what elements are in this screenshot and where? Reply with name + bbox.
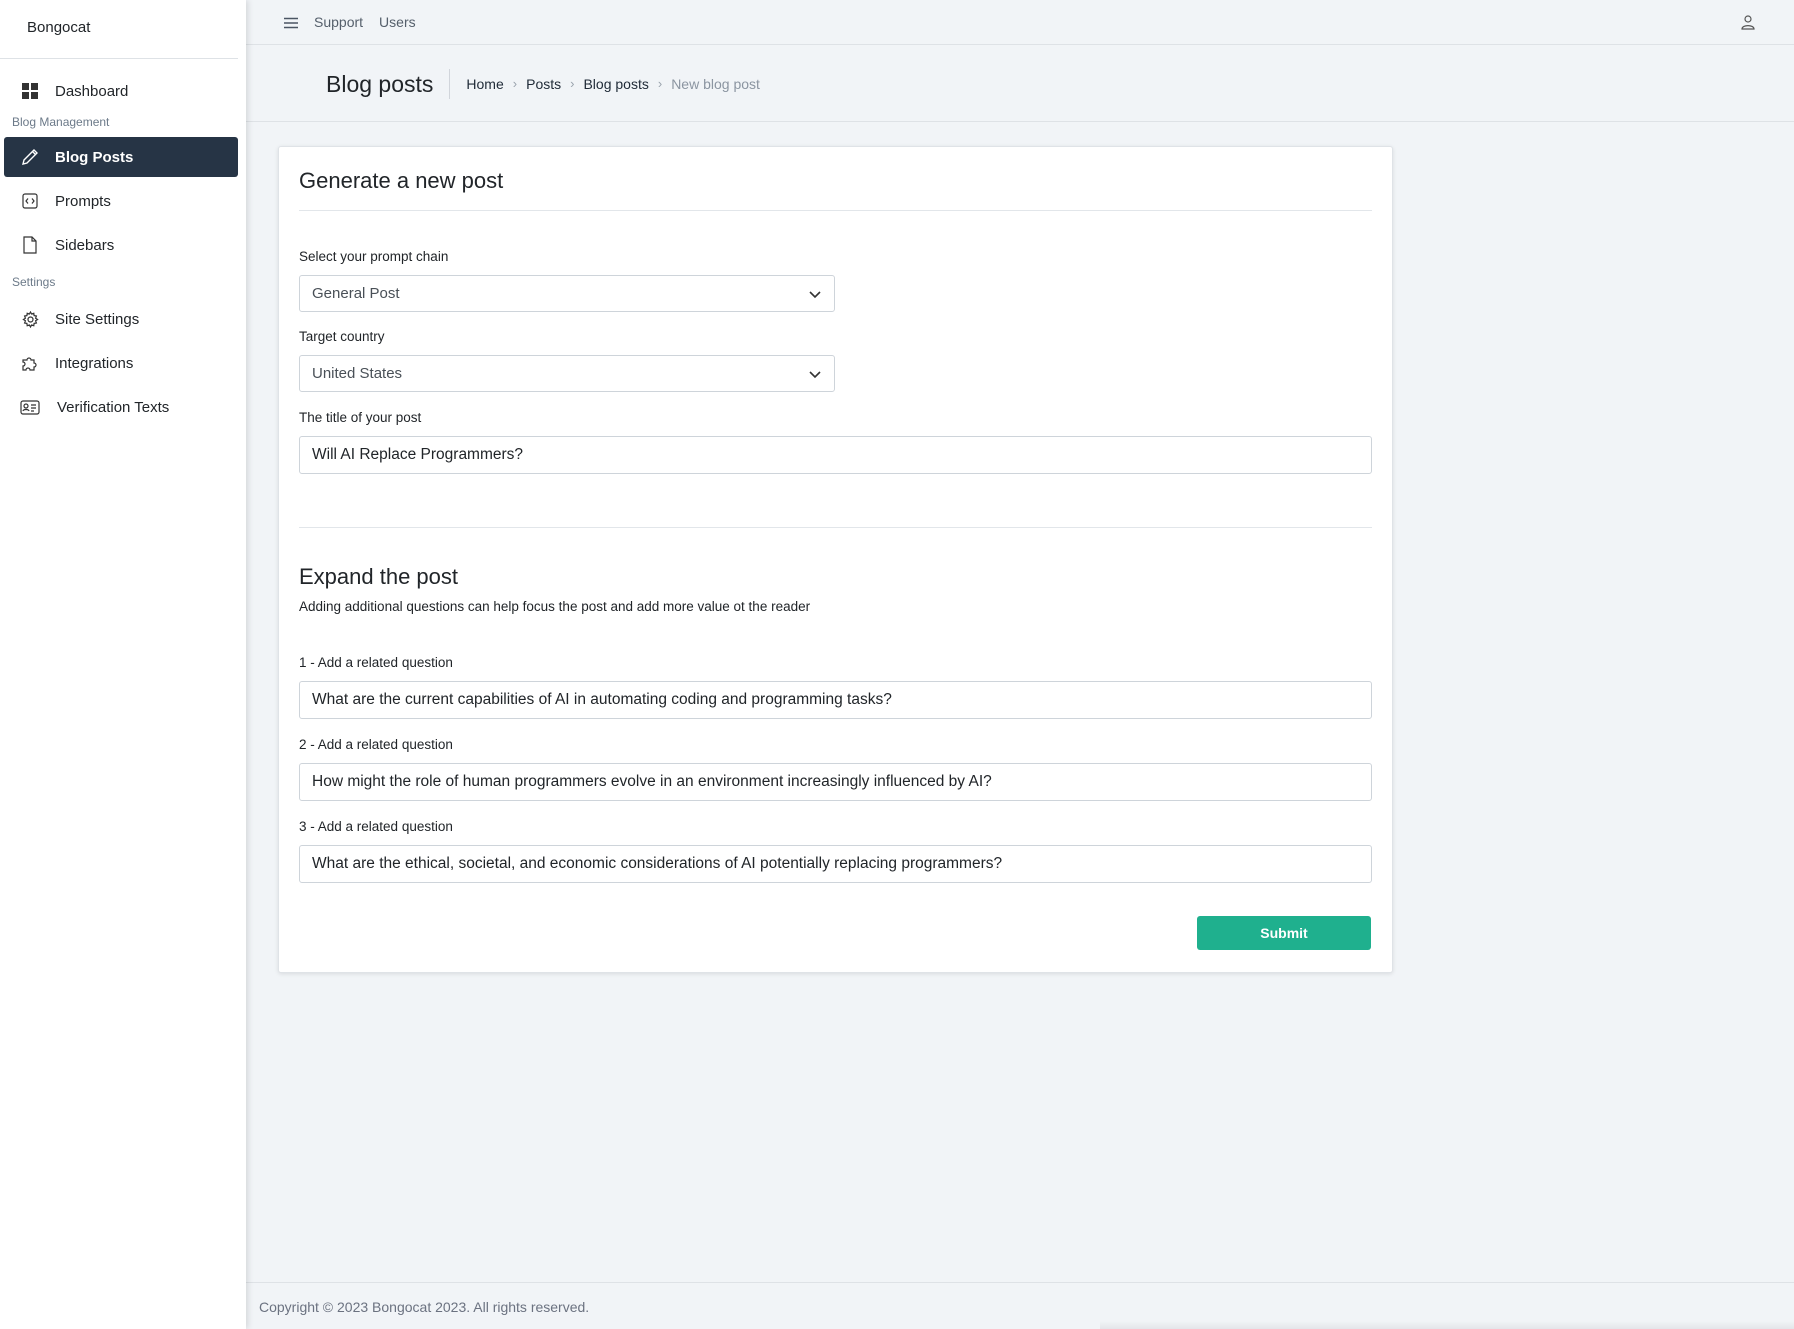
sidebar-item-label: Sidebars bbox=[55, 236, 115, 254]
user-icon[interactable] bbox=[1740, 14, 1756, 30]
breadcrumb-separator-icon: › bbox=[657, 76, 663, 91]
question-3-label: 3 - Add a related question bbox=[299, 819, 453, 834]
file-icon bbox=[20, 235, 40, 255]
submit-button[interactable]: Submit bbox=[1197, 916, 1371, 950]
sidebar-item-integrations[interactable]: Integrations bbox=[4, 343, 238, 383]
new-post-form-card: Generate a new post Select your prompt c… bbox=[278, 146, 1393, 973]
sidebar-section-blog: Blog Management bbox=[12, 115, 110, 129]
footer-shadow bbox=[1100, 1321, 1794, 1329]
expand-heading: Expand the post bbox=[299, 564, 459, 589]
target-country-select[interactable]: United States bbox=[299, 355, 835, 392]
breadcrumb: Home › Posts › Blog posts › New blog pos… bbox=[466, 76, 760, 92]
breadcrumb-current: New blog post bbox=[671, 75, 760, 92]
gear-icon bbox=[20, 309, 40, 329]
question-1-label: 1 - Add a related question bbox=[299, 655, 453, 670]
sidebar-item-label: Verification Texts bbox=[57, 398, 170, 416]
hamburger-menu-icon[interactable] bbox=[284, 16, 300, 29]
question-3-input[interactable] bbox=[299, 845, 1372, 883]
breadcrumb-separator-icon: › bbox=[512, 76, 518, 91]
sidebar-item-sidebars[interactable]: Sidebars bbox=[4, 225, 238, 265]
page-header: Blog posts Home › Posts › Blog posts › N… bbox=[246, 46, 1794, 122]
topbar: Support Users bbox=[246, 0, 1794, 45]
sidebar-item-label: Blog Posts bbox=[55, 148, 134, 166]
form-heading: Generate a new post bbox=[299, 168, 504, 193]
breadcrumb-posts[interactable]: Posts bbox=[526, 76, 561, 92]
breadcrumb-separator-icon: › bbox=[570, 76, 575, 91]
sidebar-item-label: Site Settings bbox=[55, 310, 140, 328]
divider bbox=[299, 527, 1372, 528]
copyright-text: Copyright © 2023 Bongocat 2023. All righ… bbox=[259, 1299, 590, 1315]
brand-name[interactable]: Bongocat bbox=[0, 0, 238, 59]
chevron-down-icon bbox=[808, 367, 822, 381]
prompt-chain-select[interactable]: General Post bbox=[299, 275, 835, 312]
question-2-label: 2 - Add a related question bbox=[299, 737, 453, 752]
divider bbox=[299, 210, 1372, 211]
sidebar-item-prompts[interactable]: Prompts bbox=[4, 181, 238, 221]
sidebar: Bongocat Dashboard Blog Management Blog … bbox=[0, 0, 246, 1329]
prompt-chain-label: Select your prompt chain bbox=[299, 249, 449, 264]
target-country-label: Target country bbox=[299, 329, 385, 344]
sidebar-item-dashboard[interactable]: Dashboard bbox=[4, 71, 238, 111]
sidebar-item-label: Integrations bbox=[55, 354, 134, 372]
sidebar-item-label: Dashboard bbox=[55, 82, 129, 100]
sidebar-item-site-settings[interactable]: Site Settings bbox=[4, 299, 238, 339]
post-title-label: The title of your post bbox=[299, 410, 422, 425]
sidebar-section-settings: Settings bbox=[12, 275, 56, 289]
question-2-input[interactable] bbox=[299, 763, 1372, 801]
nav-support-link[interactable]: Support bbox=[314, 14, 363, 30]
prompt-chain-value: General Post bbox=[312, 285, 400, 302]
dashboard-icon bbox=[20, 81, 40, 101]
question-1-input[interactable] bbox=[299, 681, 1372, 719]
sidebar-item-blog-posts[interactable]: Blog Posts bbox=[4, 137, 238, 177]
code-icon bbox=[20, 191, 40, 211]
breadcrumb-blog-posts[interactable]: Blog posts bbox=[583, 76, 648, 92]
nav-users-link[interactable]: Users bbox=[379, 14, 416, 30]
sidebar-item-verification-texts[interactable]: Verification Texts bbox=[4, 387, 238, 427]
chevron-down-icon bbox=[808, 287, 822, 301]
expand-description: Adding additional questions can help foc… bbox=[299, 599, 811, 614]
id-card-icon bbox=[20, 397, 40, 417]
sidebar-item-label: Prompts bbox=[55, 192, 111, 210]
post-title-input[interactable] bbox=[299, 436, 1372, 474]
pencil-icon bbox=[20, 147, 40, 167]
target-country-value: United States bbox=[312, 365, 403, 382]
puzzle-icon bbox=[20, 353, 40, 373]
page-title: Blog posts bbox=[326, 68, 451, 99]
breadcrumb-home[interactable]: Home bbox=[466, 76, 503, 92]
